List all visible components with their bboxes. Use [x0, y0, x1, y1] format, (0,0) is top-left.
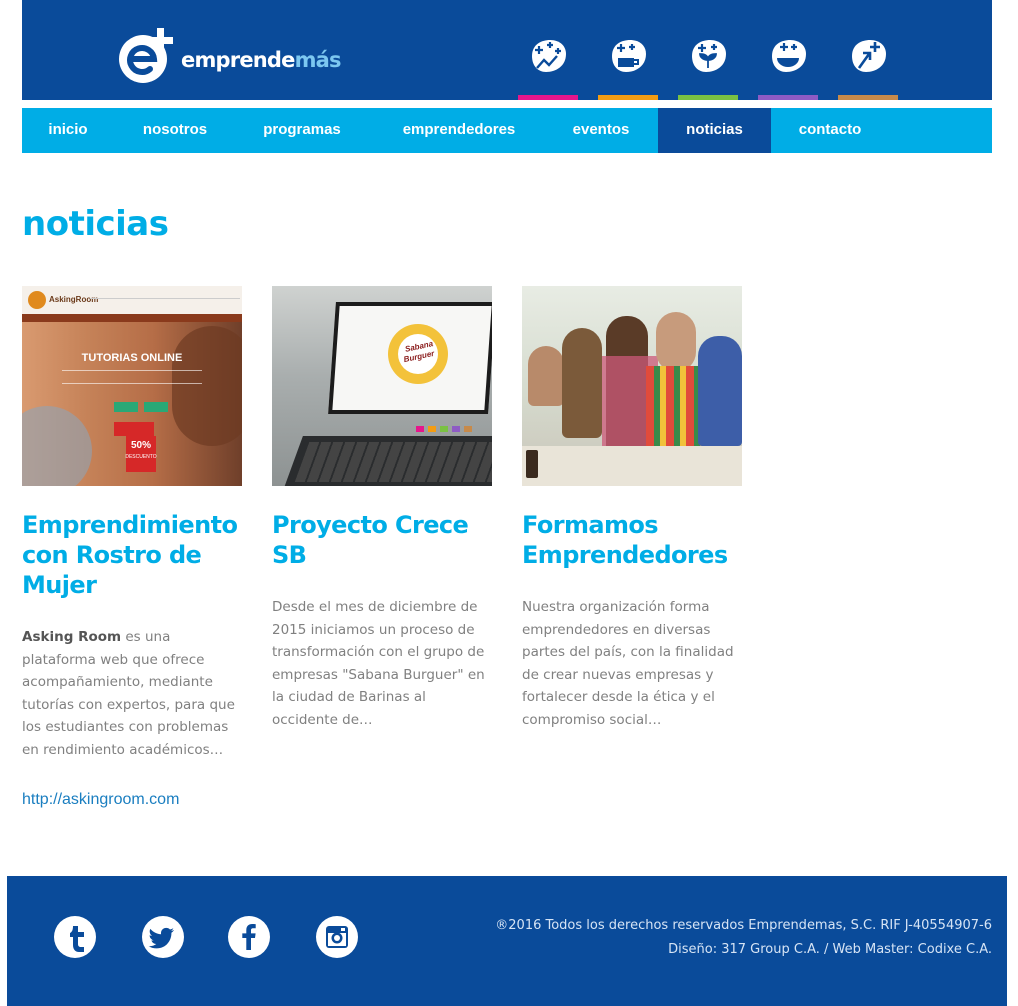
- leaf-plus-icon: [692, 40, 726, 72]
- instagram-link[interactable]: [316, 916, 358, 958]
- program-bar: [598, 95, 658, 100]
- news-title[interactable]: Emprendimiento con Rostro de Mujer: [22, 510, 244, 600]
- nav-item-nosotros[interactable]: nosotros: [114, 108, 236, 153]
- news-title[interactable]: Formamos Emprendedores: [522, 510, 744, 570]
- program-bar: [518, 95, 578, 100]
- bowl-plus-icon: [772, 40, 806, 72]
- instagram-icon: [326, 926, 348, 948]
- hand-plus-icon: [532, 40, 566, 72]
- site-logo[interactable]: emprendemás: [116, 26, 342, 86]
- news-thumbnail[interactable]: Sabana Burguer: [272, 286, 492, 486]
- facebook-icon: [242, 924, 256, 950]
- news-thumbnail[interactable]: [522, 286, 742, 486]
- twitter-icon: [148, 927, 174, 949]
- footer-legal: ®2016 Todos los derechos reservados Empr…: [495, 914, 992, 962]
- news-excerpt: Desde el mes de diciembre de 2015 inicia…: [272, 599, 485, 728]
- nav-item-noticias[interactable]: noticias: [658, 108, 771, 153]
- site-header: emprendemás: [22, 0, 992, 100]
- nav-item-emprendedores[interactable]: emprendedores: [368, 108, 550, 153]
- program-icons: [518, 0, 918, 100]
- cup-plus-icon: [612, 40, 646, 72]
- tumblr-icon: [70, 926, 84, 952]
- logo-wordmark: emprendemás: [181, 48, 342, 72]
- thumb-badge-sub: DESCUENTO: [125, 454, 157, 460]
- news-card: Sabana Burguer Proyecto Crece SB Desde e…: [272, 286, 494, 731]
- logo-e-plus-icon: [119, 28, 173, 83]
- nav-item-contacto[interactable]: contacto: [771, 108, 889, 153]
- news-title[interactable]: Proyecto Crece SB: [272, 510, 494, 570]
- program-bar: [758, 95, 818, 100]
- news-thumbnail[interactable]: AskingRoom TUTORIAS ONLINE 50% DESCUENTO: [22, 286, 242, 486]
- facebook-link[interactable]: [228, 916, 270, 958]
- news-card: Formamos Emprendedores Nuestra organizac…: [522, 286, 744, 731]
- program-hand[interactable]: [518, 0, 578, 100]
- excerpt-text: es una plataforma web que ofrece acompañ…: [22, 629, 235, 758]
- nav-item-eventos[interactable]: eventos: [550, 108, 652, 153]
- program-bar: [838, 95, 898, 100]
- news-excerpt: Nuestra organización forma emprendedores…: [522, 599, 734, 728]
- site-footer: ®2016 Todos los derechos reservados Empr…: [7, 876, 1007, 1006]
- program-cup[interactable]: [598, 0, 658, 100]
- main-nav: inicio nosotros programas emprendedores …: [22, 108, 992, 153]
- twitter-link[interactable]: [142, 916, 184, 958]
- copyright-text: ®2016 Todos los derechos reservados Empr…: [495, 918, 992, 933]
- news-excerpt: Asking Room es una plataforma web que of…: [22, 626, 244, 761]
- askingroom-link[interactable]: http://askingroom.com: [22, 791, 244, 809]
- nav-item-programas[interactable]: programas: [236, 108, 368, 153]
- program-arrow[interactable]: [838, 0, 898, 100]
- program-bowl[interactable]: [758, 0, 818, 100]
- program-bar: [678, 95, 738, 100]
- thumb-badge: 50%: [130, 440, 151, 451]
- thumb-headline: TUTORIAS ONLINE: [81, 352, 183, 364]
- nav-item-inicio[interactable]: inicio: [22, 108, 114, 153]
- page-title: noticias: [22, 204, 169, 244]
- excerpt-strong: Asking Room: [22, 629, 122, 645]
- program-leaf[interactable]: [678, 0, 738, 100]
- tumblr-link[interactable]: [54, 916, 96, 958]
- credits-text: Diseño: 317 Group C.A. / Web Master: Cod…: [668, 942, 992, 957]
- news-card: AskingRoom TUTORIAS ONLINE 50% DESCUENTO…: [22, 286, 244, 809]
- arrow-plus-icon: [852, 40, 886, 72]
